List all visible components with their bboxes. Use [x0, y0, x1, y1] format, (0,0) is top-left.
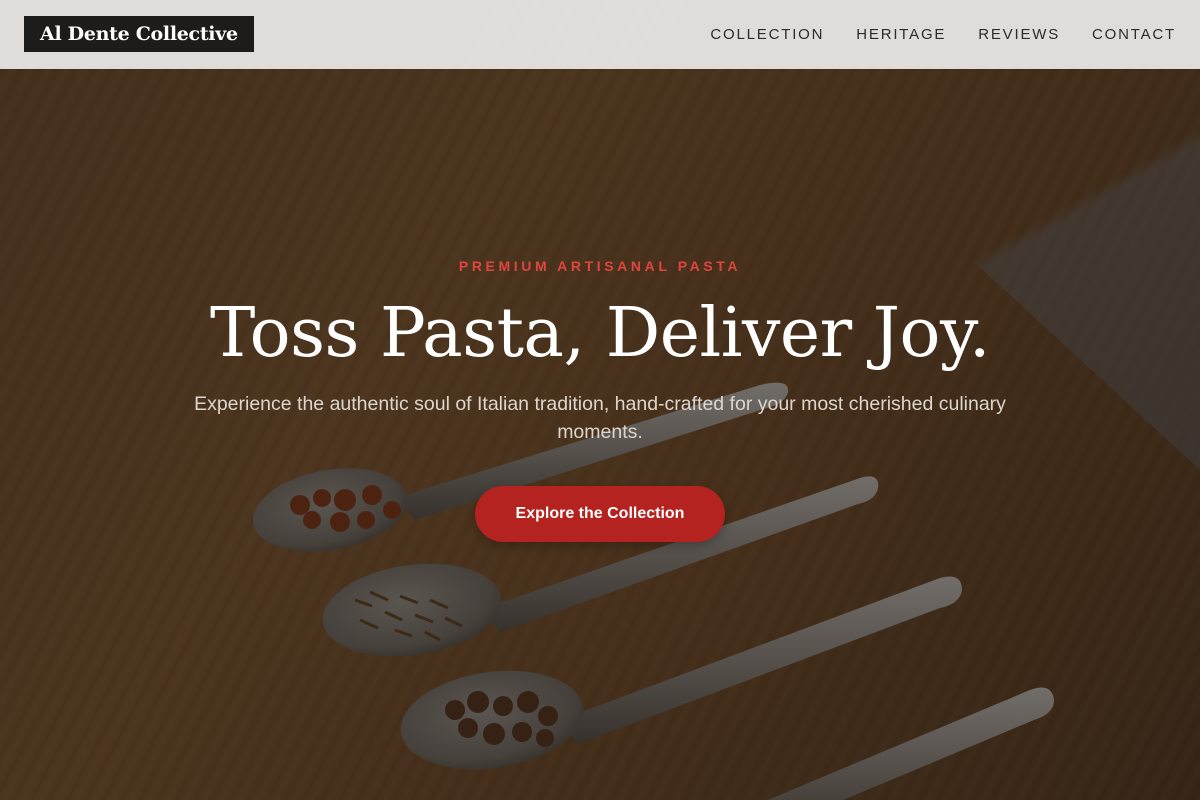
main-nav: COLLECTION HERITAGE REVIEWS CONTACT: [710, 0, 1176, 69]
hero-eyebrow: PREMIUM ARTISANAL PASTA: [458, 258, 742, 274]
nav-link-heritage[interactable]: HERITAGE: [856, 26, 946, 43]
hero-section: PREMIUM ARTISANAL PASTA Toss Pasta, Deli…: [0, 0, 1200, 800]
nav-link-reviews[interactable]: REVIEWS: [978, 26, 1060, 43]
brand-logo[interactable]: Al Dente Collective: [24, 16, 254, 52]
site-header: Al Dente Collective COLLECTION HERITAGE …: [0, 0, 1200, 69]
explore-collection-button[interactable]: Explore the Collection: [475, 486, 725, 542]
hero-subtitle: Experience the authentic soul of Italian…: [194, 393, 1006, 443]
hero-headline: Toss Pasta, Deliver Joy.: [210, 294, 990, 373]
nav-link-collection[interactable]: COLLECTION: [710, 26, 824, 43]
nav-link-contact[interactable]: CONTACT: [1092, 26, 1176, 43]
page: Al Dente Collective COLLECTION HERITAGE …: [0, 0, 1200, 800]
